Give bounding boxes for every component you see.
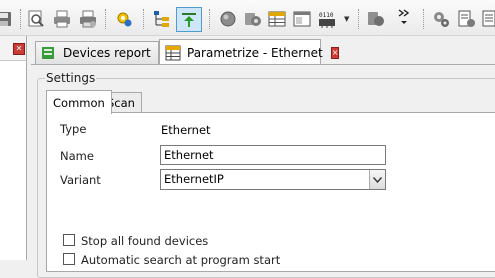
auto-search-label: Automatic search at program start xyxy=(81,253,281,267)
tab-parametrize-ethernet-label: Parametrize - Ethernet xyxy=(187,45,323,60)
report-list-icon[interactable] xyxy=(481,9,495,29)
print-preview-icon[interactable] xyxy=(26,9,46,29)
floppy-icon[interactable] xyxy=(0,9,14,29)
variant-select-value: EthernetIP xyxy=(164,172,224,186)
type-value: Ethernet xyxy=(161,123,211,137)
tab-parametrize-ethernet[interactable]: Parametrize - Ethernet × xyxy=(159,39,340,65)
table-icon[interactable] xyxy=(267,9,287,29)
tab-parametrize-ethernet-close-icon[interactable]: × xyxy=(330,46,340,59)
devices-icon[interactable] xyxy=(243,9,263,29)
table-grid-icon xyxy=(165,45,181,61)
devices-report-icon xyxy=(41,45,57,61)
settings-gear-icon[interactable] xyxy=(114,9,134,29)
tab-devices-report[interactable]: Devices report × xyxy=(35,41,168,64)
tab-common[interactable]: Common xyxy=(46,90,112,114)
stop-devices-checkbox[interactable] xyxy=(63,234,75,246)
tab-devices-report-label: Devices report xyxy=(63,46,151,60)
window-icon[interactable] xyxy=(292,9,312,29)
name-field[interactable] xyxy=(160,145,386,165)
chip-icon[interactable]: 0110 xyxy=(318,9,338,29)
variant-label: Variant xyxy=(60,173,101,187)
chevron-down-icon[interactable] xyxy=(369,170,385,189)
stop-devices-label: Stop all found devices xyxy=(81,234,209,248)
gears-icon[interactable] xyxy=(431,9,451,29)
chip-dropdown-icon[interactable]: ▼ xyxy=(344,15,349,23)
common-panel: Type Ethernet Name Variant EthernetIP St… xyxy=(46,112,495,272)
type-label: Type xyxy=(60,122,87,136)
left-pane: ✕ xyxy=(0,36,27,260)
print-setup-icon[interactable] xyxy=(78,9,98,29)
main-toolbar: 0110 ▼ xyxy=(0,0,495,36)
pin-icon[interactable] xyxy=(176,7,202,32)
name-label: Name xyxy=(60,149,94,163)
report-icon[interactable] xyxy=(457,9,477,29)
settings-legend: Settings xyxy=(45,71,97,85)
left-pane-close-icon[interactable]: ✕ xyxy=(13,43,25,55)
svg-text:0110: 0110 xyxy=(319,12,334,19)
print-icon[interactable] xyxy=(52,9,72,29)
overflow-chevron-icon[interactable] xyxy=(394,7,414,27)
variant-select[interactable]: EthernetIP xyxy=(160,169,386,190)
parametrize-content: Settings Common Scan Type Ethernet Name … xyxy=(31,64,495,278)
left-pane-header: ✕ xyxy=(0,36,26,61)
circle-icon[interactable] xyxy=(218,9,238,29)
device-stack-icon[interactable] xyxy=(366,9,386,29)
tree-icon[interactable] xyxy=(152,9,172,29)
auto-search-checkbox[interactable] xyxy=(63,253,75,265)
